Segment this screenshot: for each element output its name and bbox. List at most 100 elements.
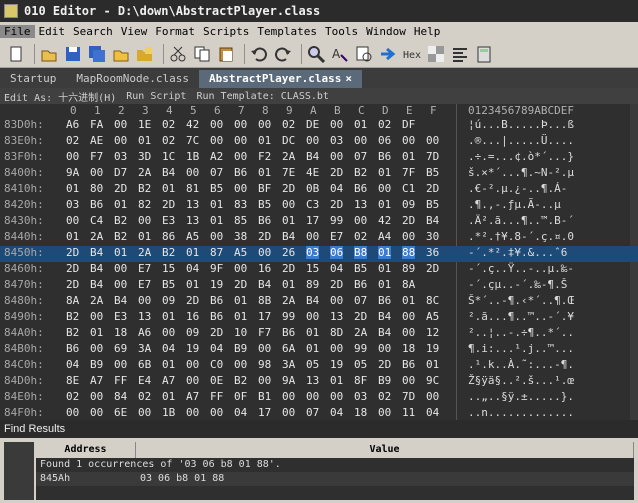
hex-byte[interactable]: B4 (426, 214, 439, 227)
hex-byte[interactable]: 00 (330, 294, 343, 307)
hex-byte[interactable]: 00 (378, 182, 391, 195)
hex-byte[interactable]: 00 (378, 342, 391, 355)
hex-icon[interactable]: Hex (402, 44, 422, 64)
hex-byte[interactable]: DE (306, 118, 319, 131)
hex-byte[interactable]: 00 (210, 230, 223, 243)
hex-byte[interactable]: 00 (90, 342, 103, 355)
hex-byte[interactable]: 6A (282, 342, 295, 355)
hex-byte[interactable]: 00 (378, 406, 391, 419)
hex-byte[interactable]: 9A (282, 374, 295, 387)
hex-byte[interactable]: 30 (426, 230, 439, 243)
hex-byte[interactable]: 10 (234, 326, 247, 339)
hex-byte[interactable]: 16 (258, 262, 271, 275)
hex-byte[interactable]: 2A (138, 246, 151, 259)
ascii-text[interactable]: Ž§ÿä§..².š...¹.œ (468, 374, 574, 387)
hex-byte[interactable]: 01 (378, 278, 391, 291)
hex-byte[interactable]: 05 (306, 358, 319, 371)
hex-byte[interactable]: B4 (378, 326, 391, 339)
hex-row[interactable]: 8450h: 2D B4 01 2A B2 01 87 A5 00 26 03 06 B8 01 88 36 -´… (0, 246, 638, 262)
hex-byte[interactable]: 2A (90, 294, 103, 307)
hex-byte[interactable]: B9 (90, 358, 103, 371)
menu-view[interactable]: View (117, 25, 152, 38)
hex-byte[interactable]: 07 (306, 406, 319, 419)
hex-byte[interactable]: 00 (426, 134, 439, 147)
hex-byte[interactable]: B2 (66, 310, 79, 323)
hex-byte[interactable]: 01 (114, 246, 127, 259)
hex-byte[interactable]: B6 (234, 166, 247, 179)
hex-byte[interactable]: A2 (210, 150, 223, 163)
hex-byte[interactable]: 2D (258, 230, 271, 243)
hex-byte[interactable]: 2D (282, 262, 295, 275)
hex-byte[interactable]: 2D (186, 294, 199, 307)
ascii-text[interactable]: .¹.k..À.˜:...-¶. (468, 358, 574, 371)
hex-byte[interactable]: 01 (378, 166, 391, 179)
hex-byte[interactable]: 01 (258, 134, 271, 147)
hex-byte[interactable]: 04 (210, 342, 223, 355)
hex-byte[interactable]: 01 (234, 310, 247, 323)
hex-byte[interactable]: 00 (162, 326, 175, 339)
hex-row[interactable]: 83F0h: 00 F7 03 3D 1C 1B A2 00 F2 2A B4 00 07 B6 01 7D .÷… (0, 150, 638, 166)
run-script-dropdown[interactable]: Run Script (126, 91, 186, 102)
hex-byte[interactable]: 2D (210, 326, 223, 339)
hex-byte[interactable]: 01 (282, 278, 295, 291)
hex-byte[interactable]: 16 (186, 310, 199, 323)
hex-byte[interactable]: A6 (138, 326, 151, 339)
hex-byte[interactable]: 00 (402, 326, 415, 339)
hex-byte[interactable]: 2A (282, 150, 295, 163)
hex-byte[interactable]: B6 (258, 214, 271, 227)
hex-byte[interactable]: 00 (90, 166, 103, 179)
hex-byte[interactable]: 00 (330, 390, 343, 403)
hex-byte[interactable]: 01 (282, 214, 295, 227)
hex-byte[interactable]: 01 (138, 134, 151, 147)
hex-byte[interactable]: 13 (330, 310, 343, 323)
hex-byte[interactable]: 04 (330, 182, 343, 195)
hex-row[interactable]: 8480h: 8A 2A B4 00 09 2D B6 01 8B 2A B4 00 07 B6 01 8C Š*… (0, 294, 638, 310)
hex-byte[interactable]: 13 (186, 198, 199, 211)
hex-byte[interactable]: B6 (66, 342, 79, 355)
hex-byte[interactable]: 00 (90, 310, 103, 323)
hex-row[interactable]: 84C0h: 04 B9 00 6B 01 00 C0 00 98 3A 05 19 05 2D B6 01 .¹… (0, 358, 638, 374)
hex-row[interactable]: 8410h: 01 80 2D B2 01 81 B5 00 BF 2D 0B 04 B6 00 C1 2D .€… (0, 182, 638, 198)
menu-tools[interactable]: Tools (321, 25, 362, 38)
hex-byte[interactable]: B2 (66, 326, 79, 339)
hex-byte[interactable]: 2D (66, 246, 79, 259)
hex-byte[interactable]: 00 (402, 374, 415, 387)
ascii-text[interactable]: -´.çµ..-´.‰-¶.Š (468, 278, 567, 291)
hex-byte[interactable]: 00 (186, 374, 199, 387)
hex-byte[interactable]: 00 (258, 118, 271, 131)
hex-byte[interactable]: A7 (186, 390, 199, 403)
hex-byte[interactable]: B5 (258, 198, 271, 211)
hex-byte[interactable]: 01 (90, 326, 103, 339)
hex-byte[interactable]: 02 (66, 390, 79, 403)
hex-byte[interactable]: B6 (282, 326, 295, 339)
hex-byte[interactable]: 6E (114, 406, 127, 419)
hex-byte[interactable]: 04 (162, 342, 175, 355)
hex-row[interactable]: 84B0h: B6 00 69 3A 04 19 04 B9 00 6A 01 00 99 00 18 19 ¶.… (0, 342, 638, 358)
ascii-text[interactable]: ..„..§ÿ.±.....}. (468, 390, 574, 403)
hex-byte[interactable]: 36 (426, 246, 439, 259)
hex-byte[interactable]: 00 (282, 390, 295, 403)
hex-byte[interactable]: 00 (114, 262, 127, 275)
hex-byte[interactable]: B4 (162, 166, 175, 179)
hex-byte[interactable]: 15 (162, 262, 175, 275)
tab-maproomnode-class[interactable]: MapRoomNode.class (66, 70, 199, 88)
hex-byte[interactable]: 03 (306, 246, 320, 259)
hex-byte[interactable]: 07 (210, 166, 223, 179)
hex-byte[interactable]: 99 (354, 342, 367, 355)
menu-templates[interactable]: Templates (253, 25, 321, 38)
hex-byte[interactable]: 04 (186, 262, 199, 275)
hex-byte[interactable]: 00 (138, 294, 151, 307)
hex-byte[interactable]: B6 (354, 278, 367, 291)
hex-byte[interactable]: 9C (426, 374, 439, 387)
hex-byte[interactable]: B5 (426, 198, 439, 211)
hex-byte[interactable]: 98 (258, 358, 271, 371)
hex-byte[interactable]: 00 (402, 230, 415, 243)
hex-byte[interactable]: 00 (114, 358, 127, 371)
hex-byte[interactable]: A5 (234, 246, 247, 259)
hex-byte[interactable]: 01 (426, 358, 439, 371)
hex-byte[interactable]: 2D (66, 278, 79, 291)
hex-byte[interactable]: 01 (138, 230, 151, 243)
hex-byte[interactable]: E4 (138, 374, 151, 387)
hex-byte[interactable]: 00 (354, 214, 367, 227)
hex-byte[interactable]: 12 (426, 326, 439, 339)
